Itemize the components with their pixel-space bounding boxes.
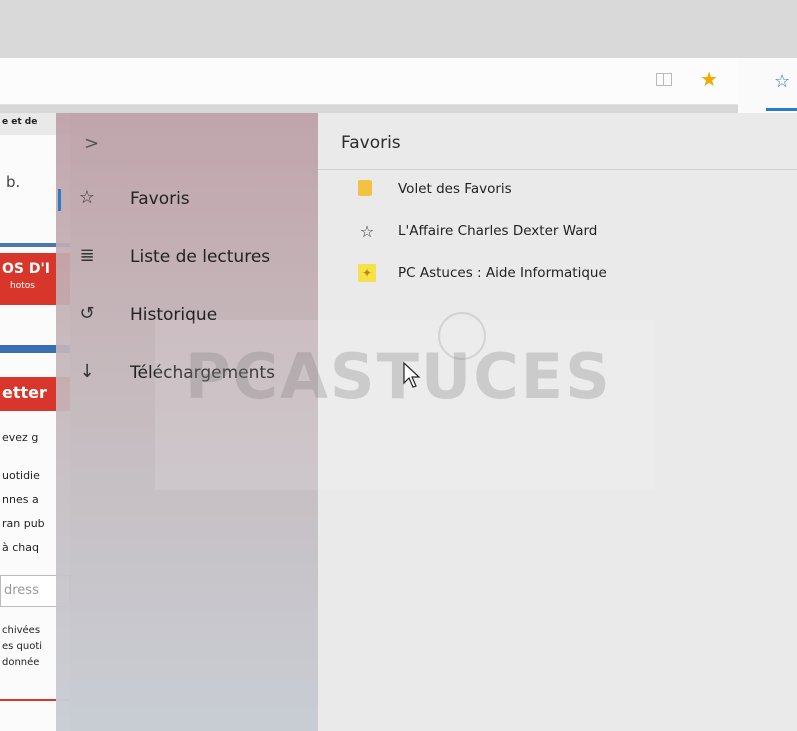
reading-list-icon: ≣ <box>79 245 95 266</box>
page-fragment: chivées <box>2 625 41 636</box>
hub-star-icon: ☆ <box>774 71 791 92</box>
page-fragment: à chaq <box>2 541 39 554</box>
favorite-label: PC Astuces : Aide Informatique <box>398 265 607 281</box>
nav-item-label: Favoris <box>130 189 190 209</box>
page-fragment: es quoti <box>2 641 43 652</box>
title-bar <box>0 0 797 58</box>
mouse-cursor-icon <box>403 362 421 388</box>
page-fragment: hotos <box>10 281 35 291</box>
favorite-item[interactable]: Volet des Favoris <box>358 175 778 205</box>
page-fragment: e et de <box>2 117 38 127</box>
book-icon[interactable] <box>656 73 672 86</box>
star-icon: ☆ <box>78 187 96 208</box>
page-fragment: ran pub <box>2 517 45 530</box>
hub-selected-indicator <box>766 108 797 111</box>
page-fragment: uotidie <box>2 469 40 482</box>
hub-button[interactable]: ☆ <box>738 58 797 113</box>
page-fragment: etter <box>2 383 47 402</box>
panel-title: Favoris <box>341 133 401 153</box>
address-bar[interactable]: ★ <box>0 58 738 105</box>
page-fragment: b. <box>6 173 21 191</box>
page-fragment: OS D'I <box>2 261 50 277</box>
selected-indicator <box>58 189 61 211</box>
page-fragment: evez g <box>2 431 39 444</box>
folder-icon <box>358 180 372 196</box>
star-icon: ☆ <box>359 222 375 241</box>
page-fragment: nnes a <box>2 493 39 506</box>
site-favicon-icon: ✦ <box>358 264 376 282</box>
nav-item-label: Liste de lectures <box>130 247 271 267</box>
nav-item-reading-list[interactable]: ≣ Liste de lectures <box>56 233 318 283</box>
star-icon[interactable]: ★ <box>700 67 718 91</box>
favorite-item[interactable]: ☆ L'Affaire Charles Dexter Ward <box>358 217 778 247</box>
favorite-item[interactable]: ✦ PC Astuces : Aide Informatique <box>358 259 778 289</box>
download-icon: ↓ <box>79 361 95 382</box>
nav-item-favoris[interactable]: ☆ Favoris <box>56 175 318 225</box>
favorite-label: Volet des Favoris <box>398 181 512 197</box>
favorite-label: L'Affaire Charles Dexter Ward <box>398 223 598 239</box>
history-icon: ↺ <box>79 303 95 324</box>
watermark-text: PCASTUCES <box>185 340 612 413</box>
page-fragment: dress <box>4 583 39 598</box>
page-fragment: donnée <box>2 657 40 668</box>
divider <box>318 169 797 170</box>
chevron-right-icon[interactable]: > <box>84 133 99 154</box>
